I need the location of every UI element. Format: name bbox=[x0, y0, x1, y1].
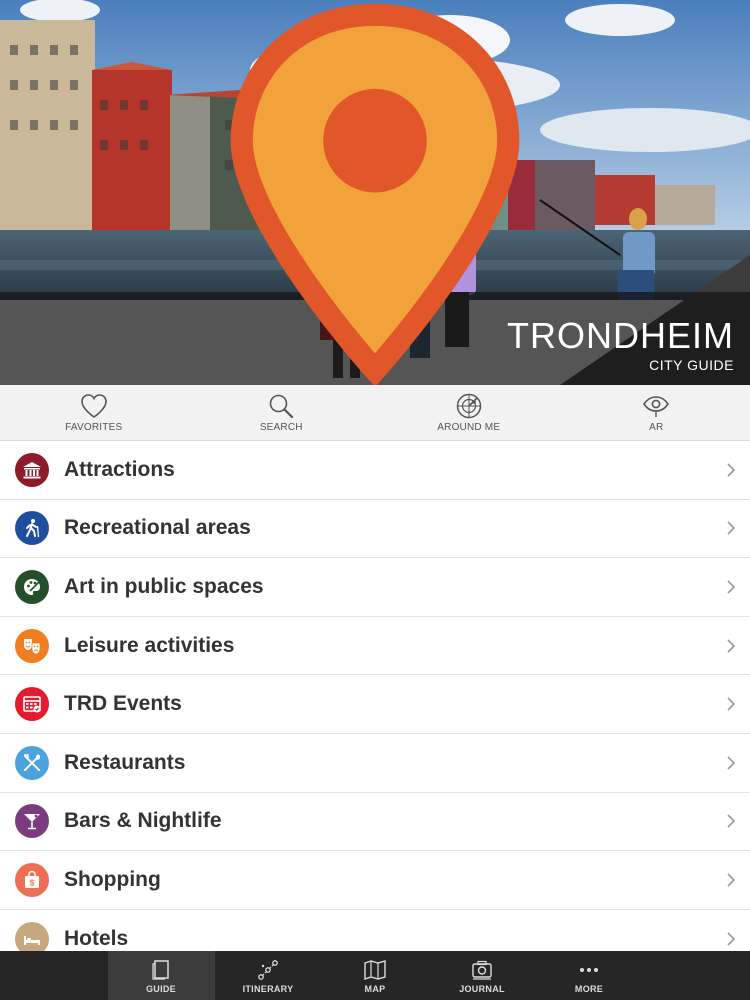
brand-subtitle: CITY GUIDE bbox=[649, 357, 734, 373]
category-label: Restaurants bbox=[64, 750, 186, 774]
category-shopping[interactable]: $ Shopping bbox=[0, 851, 750, 910]
chevron-right-icon bbox=[727, 580, 736, 594]
tab-label: MAP bbox=[364, 983, 386, 994]
category-label: Shopping bbox=[64, 867, 161, 891]
tab-more[interactable]: MORE bbox=[536, 951, 643, 1000]
favorites-button[interactable]: FAVORITES bbox=[0, 385, 188, 440]
radar-icon bbox=[456, 393, 481, 419]
eye-icon bbox=[643, 396, 670, 417]
search-button[interactable]: SEARCH bbox=[188, 385, 376, 440]
tab-journal[interactable]: JOURNAL bbox=[429, 951, 536, 1000]
museum-icon bbox=[15, 452, 49, 487]
route-icon bbox=[258, 959, 278, 980]
chevron-right-icon bbox=[727, 463, 736, 477]
tab-label: ITINERARY bbox=[242, 983, 294, 994]
shopping-bag-icon: $ bbox=[15, 862, 49, 897]
tab-map[interactable]: MAP bbox=[322, 951, 429, 1000]
chevron-right-icon bbox=[727, 697, 736, 711]
more-dots-icon bbox=[580, 967, 598, 972]
category-attractions[interactable]: Attractions bbox=[0, 441, 750, 500]
category-label: Art in public spaces bbox=[64, 574, 264, 598]
category-label: Recreational areas bbox=[64, 516, 251, 540]
map-icon bbox=[364, 959, 386, 980]
heart-icon bbox=[80, 394, 107, 418]
category-hotels[interactable]: Hotels bbox=[0, 910, 750, 951]
tab-label: MORE bbox=[574, 983, 604, 994]
chevron-right-icon bbox=[727, 639, 736, 653]
category-art-in-public-spaces[interactable]: Art in public spaces bbox=[0, 558, 750, 617]
brand-logo: TRONDHEIM CITY GUIDE bbox=[507, 315, 734, 374]
category-leisure-activities[interactable]: Leisure activities bbox=[0, 617, 750, 676]
svg-text:$: $ bbox=[30, 878, 35, 887]
category-label: Leisure activities bbox=[64, 633, 235, 657]
category-list: Attractions Recreational areas Art in pu… bbox=[0, 441, 750, 951]
chevron-right-icon bbox=[727, 521, 736, 535]
palette-icon bbox=[15, 569, 49, 604]
chevron-right-icon bbox=[727, 756, 736, 770]
category-label: Attractions bbox=[64, 457, 175, 481]
tab-label: GUIDE bbox=[145, 983, 176, 994]
theater-masks-icon bbox=[15, 628, 49, 663]
category-label: TRD Events bbox=[64, 692, 182, 716]
book-icon bbox=[152, 959, 169, 980]
hero-banner: TRONDHEIM CITY GUIDE bbox=[0, 0, 750, 385]
around-me-label: AROUND ME bbox=[437, 422, 501, 433]
camera-icon bbox=[472, 960, 492, 980]
search-label: SEARCH bbox=[259, 422, 303, 433]
hiker-icon bbox=[15, 511, 49, 546]
tab-itinerary[interactable]: ITINERARY bbox=[215, 951, 322, 1000]
ar-label: AR bbox=[649, 422, 664, 433]
bed-icon bbox=[15, 921, 49, 951]
chevron-right-icon bbox=[727, 814, 736, 828]
category-label: Bars & Nightlife bbox=[64, 809, 222, 833]
category-label: Hotels bbox=[64, 926, 129, 950]
search-icon bbox=[269, 394, 294, 419]
quick-actions-bar: FAVORITES SEARCH AROUND ME AR bbox=[0, 385, 750, 441]
ar-button[interactable]: AR bbox=[563, 385, 750, 440]
bottom-tab-bar: GUIDE ITINERARY MAP JOURNAL MORE bbox=[0, 951, 750, 1000]
category-recreational-areas[interactable]: Recreational areas bbox=[0, 500, 750, 559]
tab-guide[interactable]: GUIDE bbox=[107, 951, 215, 1000]
tab-label: JOURNAL bbox=[459, 983, 505, 994]
category-trd-events[interactable]: TRD Events bbox=[0, 675, 750, 734]
around-me-button[interactable]: AROUND ME bbox=[375, 385, 563, 440]
category-bars-nightlife[interactable]: Bars & Nightlife bbox=[0, 793, 750, 852]
chevron-right-icon bbox=[727, 931, 736, 946]
calendar-icon bbox=[15, 687, 49, 722]
brand-title: TRONDHEIM bbox=[507, 315, 734, 356]
cutlery-icon bbox=[15, 745, 49, 780]
favorites-label: FAVORITES bbox=[65, 422, 123, 433]
category-restaurants[interactable]: Restaurants bbox=[0, 734, 750, 793]
cocktail-icon bbox=[15, 804, 49, 839]
chevron-right-icon bbox=[727, 873, 736, 887]
